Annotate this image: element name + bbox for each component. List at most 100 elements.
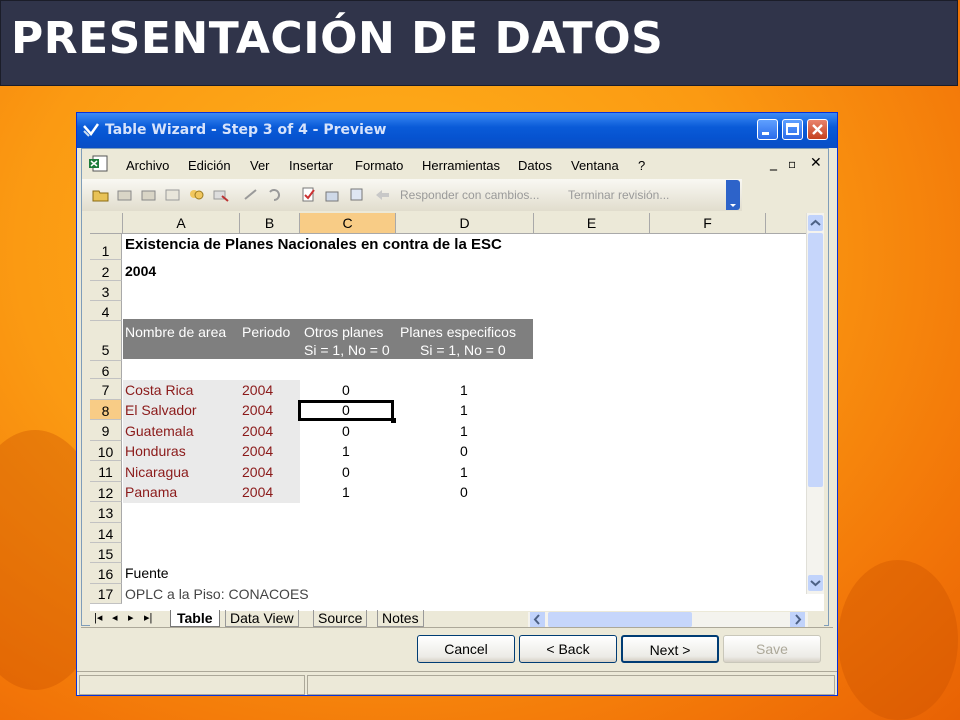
cell-otros[interactable]: 0 [342, 423, 350, 439]
reply-icon[interactable] [116, 187, 133, 202]
window-titlebar[interactable]: Table Wizard - Step 3 of 4 - Preview [77, 113, 837, 148]
undo-icon[interactable] [266, 187, 283, 202]
cell-especificos[interactable]: 0 [460, 443, 468, 459]
cell-periodo[interactable]: 2004 [242, 464, 273, 480]
cell-periodo[interactable]: 2004 [242, 382, 273, 398]
scroll-thumb[interactable] [808, 233, 823, 487]
sheet-tab-table[interactable]: Table [170, 610, 220, 627]
cell-area[interactable]: El Salvador [125, 402, 197, 418]
scroll-up-button[interactable] [808, 215, 823, 231]
cell-periodo[interactable]: 2004 [242, 484, 273, 500]
menu-formato[interactable]: Formato [355, 158, 403, 173]
row-header[interactable]: 17 [90, 584, 122, 604]
next-button[interactable]: Next > [621, 635, 719, 663]
column-header-a[interactable]: A [123, 213, 240, 234]
forward-icon[interactable] [140, 187, 157, 202]
menu-archivo[interactable]: Archivo [126, 158, 169, 173]
reply-with-changes[interactable]: Responder con cambios... [400, 188, 539, 202]
end-review[interactable]: Terminar revisión... [568, 188, 669, 202]
doc-restore-icon[interactable]: ▫ [788, 157, 796, 171]
last-sheet-icon[interactable]: ▸| [144, 611, 152, 624]
cell-especificos[interactable]: 1 [460, 402, 468, 418]
column-header-c[interactable]: C [300, 213, 396, 234]
row-header[interactable]: 15 [90, 543, 122, 563]
horizontal-scroll-thumb[interactable] [548, 612, 692, 627]
menu-herramientas[interactable]: Herramientas [422, 158, 500, 173]
maximize-button[interactable] [782, 119, 803, 140]
scroll-down-button[interactable] [808, 575, 823, 591]
cell-especificos[interactable]: 1 [460, 464, 468, 480]
row-header[interactable]: 16 [90, 563, 122, 584]
protect-icon[interactable] [324, 187, 341, 202]
reply-changes-icon[interactable] [374, 187, 391, 202]
prev-sheet-icon[interactable]: ◂ [112, 611, 118, 624]
scroll-right-button[interactable] [790, 612, 805, 627]
close-button[interactable] [807, 119, 828, 140]
cell-area[interactable]: Guatemala [125, 423, 193, 439]
row-header[interactable]: 8 [90, 400, 122, 420]
sheet-tab-source[interactable]: Source [313, 610, 368, 627]
column-header-f[interactable]: F [650, 213, 766, 234]
menu-help[interactable]: ? [638, 158, 645, 173]
vertical-scrollbar[interactable] [806, 213, 824, 594]
spreadsheet-grid[interactable]: A B C D E F 1 2 3 4 5 6 7 8 9 10 11 12 1… [90, 213, 824, 611]
column-header-b[interactable]: B [240, 213, 300, 234]
row-header[interactable]: 4 [90, 301, 122, 321]
cell-area[interactable]: Nicaragua [125, 464, 189, 480]
column-header-d[interactable]: D [396, 213, 534, 234]
track-changes-icon[interactable] [300, 187, 317, 202]
share-icon[interactable] [348, 187, 365, 202]
cell-periodo[interactable]: 2004 [242, 402, 273, 418]
column-header-e[interactable]: E [534, 213, 650, 234]
menu-ventana[interactable]: Ventana [571, 158, 619, 173]
cell-fuente[interactable]: Fuente [125, 565, 169, 581]
cell-otros[interactable]: 1 [342, 443, 350, 459]
row-header[interactable]: 2 [90, 260, 122, 281]
cell-especificos[interactable]: 0 [460, 484, 468, 500]
sheet-tab-data-view[interactable]: Data View [225, 610, 299, 627]
row-header[interactable]: 12 [90, 482, 122, 502]
scroll-left-button[interactable] [530, 612, 545, 627]
cell-area[interactable]: Honduras [125, 443, 186, 459]
cancel-button[interactable]: Cancel [417, 635, 515, 663]
fill-handle[interactable] [391, 418, 396, 423]
sheet-tab-notes[interactable]: Notes [377, 610, 424, 627]
active-cell-cursor[interactable] [298, 400, 394, 421]
row-header[interactable]: 14 [90, 523, 122, 543]
cell-periodo[interactable]: 2004 [242, 423, 273, 439]
cell-especificos[interactable]: 1 [460, 423, 468, 439]
open-folder-icon[interactable] [92, 187, 109, 202]
cell-otros[interactable]: 1 [342, 484, 350, 500]
row-header[interactable]: 7 [90, 379, 122, 400]
row-header[interactable]: 10 [90, 441, 122, 461]
edit-comment-icon[interactable] [164, 187, 181, 202]
cell-area[interactable]: Costa Rica [125, 382, 193, 398]
menu-datos[interactable]: Datos [518, 158, 552, 173]
cell-otros[interactable]: 0 [342, 382, 350, 398]
row-header[interactable]: 13 [90, 502, 122, 523]
previous-change-icon[interactable] [242, 187, 259, 202]
cell-especificos[interactable]: 1 [460, 382, 468, 398]
menu-ver[interactable]: Ver [250, 158, 270, 173]
toolbar-options-button[interactable] [726, 180, 740, 210]
minimize-button[interactable] [757, 119, 778, 140]
excel-doc-icon[interactable] [88, 155, 110, 173]
save-button[interactable]: Save [723, 635, 821, 663]
menu-edicion[interactable]: Edición [188, 158, 231, 173]
back-button[interactable]: < Back [519, 635, 617, 663]
first-sheet-icon[interactable]: |◂ [94, 611, 102, 624]
cell-area[interactable]: Panama [125, 484, 177, 500]
row-header[interactable]: 11 [90, 461, 122, 482]
delete-comment-icon[interactable] [212, 187, 229, 202]
doc-minimize-icon[interactable]: _ [770, 155, 777, 171]
doc-close-icon[interactable]: ✕ [810, 155, 822, 171]
cell-periodo[interactable]: 2004 [242, 443, 273, 459]
row-header[interactable]: 5 [90, 321, 122, 361]
row-header[interactable]: 1 [90, 234, 122, 260]
cell-row17-partial[interactable]: OPLC a la Piso: CONACOES [125, 586, 309, 602]
row-header[interactable]: 9 [90, 420, 122, 441]
column-header-g[interactable] [766, 213, 808, 234]
row-header[interactable]: 6 [90, 361, 122, 379]
comments-icon[interactable] [188, 187, 205, 202]
row-header[interactable]: 3 [90, 281, 122, 301]
